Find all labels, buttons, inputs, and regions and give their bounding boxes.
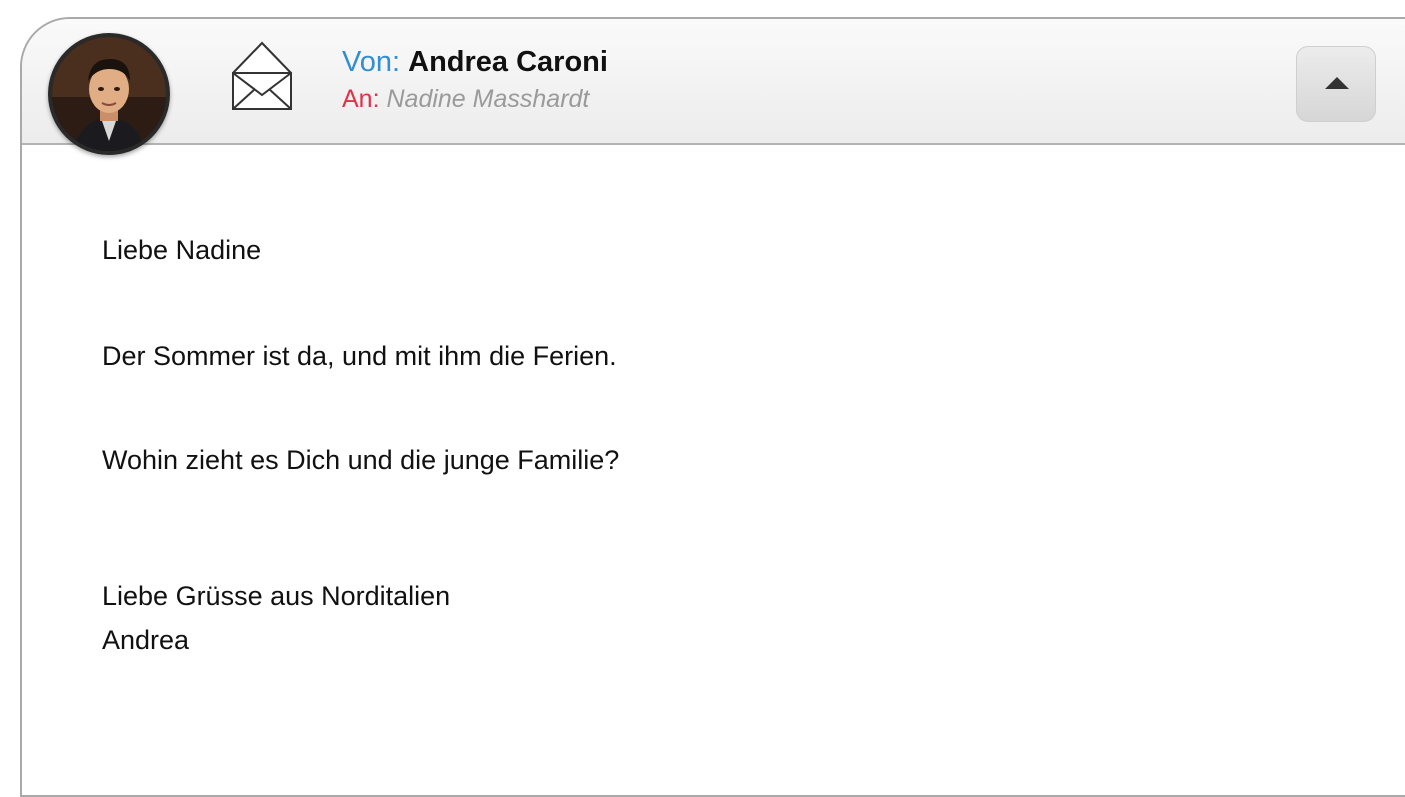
greeting-text: Liebe Nadine — [102, 235, 262, 265]
triangle-up-icon — [1325, 77, 1349, 89]
portrait-icon — [52, 37, 166, 151]
closing-text: Liebe Grüsse aus Norditalien — [102, 581, 451, 611]
avatar — [48, 33, 170, 155]
to-label: An: — [342, 85, 380, 113]
sender-name[interactable]: Andrea Caroni — [408, 46, 608, 78]
signature-text: Andrea — [102, 625, 190, 655]
from-label: Von: — [342, 46, 401, 78]
open-envelope-icon — [227, 37, 297, 111]
to-line: An: Nadine Masshardt — [342, 83, 608, 115]
from-line: Von: Andrea Caroni — [342, 45, 608, 79]
message-meta: Von: Andrea Caroni An: Nadine Masshardt — [342, 45, 608, 115]
message-header: Von: Andrea Caroni An: Nadine Masshardt — [22, 19, 1405, 155]
collapse-button[interactable] — [1296, 46, 1376, 122]
message-body: Liebe Nadine Der Sommer ist da, und mit … — [102, 215, 619, 657]
body-line-1: Der Sommer ist da, und mit ihm die Ferie… — [102, 341, 617, 371]
message-card: Von: Andrea Caroni An: Nadine Masshardt … — [20, 17, 1405, 797]
body-line-2: Wohin zieht es Dich und die junge Famili… — [102, 445, 620, 475]
recipient-name[interactable]: Nadine Masshardt — [386, 85, 589, 113]
